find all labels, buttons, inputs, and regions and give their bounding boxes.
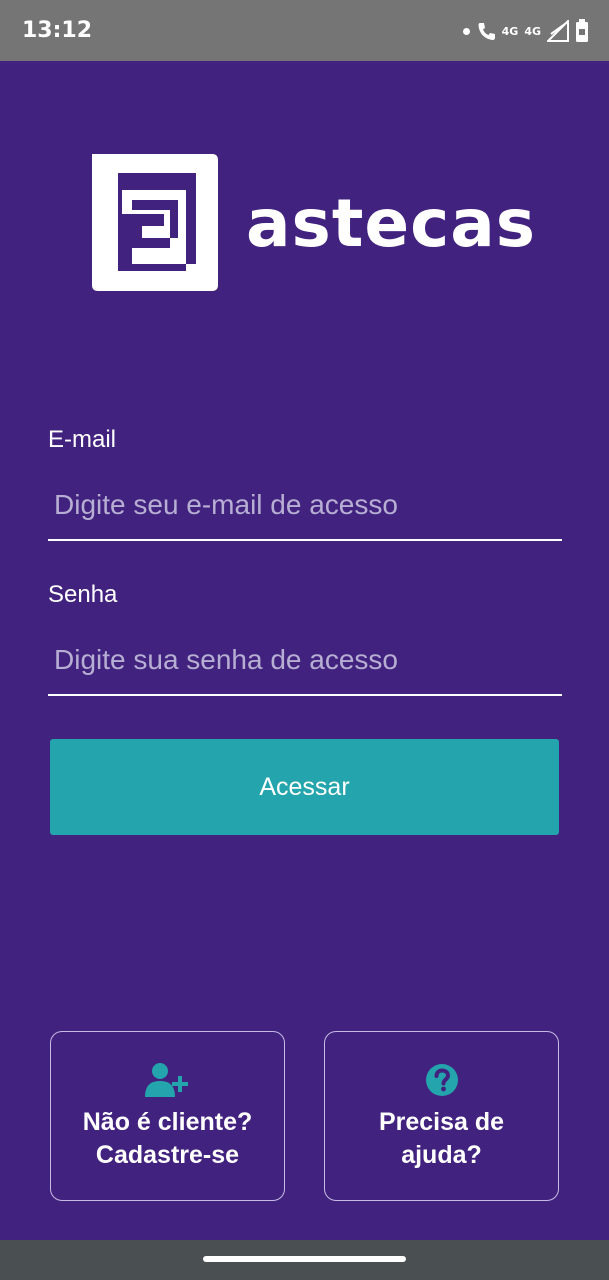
network-type-1: 4G: [501, 24, 519, 38]
question-circle-icon: [425, 1062, 459, 1098]
status-time: 13:12: [22, 18, 93, 43]
help-line-1: Precisa de: [378, 1108, 505, 1136]
signup-card[interactable]: Não é cliente? Cadastre-se: [50, 1031, 285, 1201]
home-gesture-handle[interactable]: [203, 1256, 406, 1262]
status-bar: 13:12 4G 4G: [0, 0, 609, 61]
notification-dot-icon: [462, 27, 470, 35]
wifi-call-icon: [478, 23, 495, 40]
astecas-logo-icon: [92, 154, 218, 291]
help-line-2: ajuda?: [401, 1141, 482, 1169]
system-nav-bar: [0, 1240, 609, 1280]
password-field[interactable]: [48, 626, 562, 696]
signup-line-1: Não é cliente?: [82, 1108, 253, 1136]
help-card[interactable]: Precisa de ajuda?: [324, 1031, 559, 1201]
password-label: Senha: [48, 581, 118, 608]
brand-logo: astecas: [92, 154, 535, 294]
status-icons: 4G 4G: [462, 16, 589, 46]
battery-icon: [576, 19, 588, 42]
email-field[interactable]: [48, 471, 562, 541]
help-card-label: Precisa de ajuda?: [379, 1106, 504, 1172]
email-label: E-mail: [48, 426, 117, 453]
signup-card-label: Não é cliente? Cadastre-se: [83, 1106, 253, 1172]
network-type-2: 4G: [524, 24, 541, 38]
access-button[interactable]: Acessar: [50, 739, 559, 835]
user-plus-icon: [144, 1062, 191, 1098]
signup-line-2: Cadastre-se: [95, 1141, 240, 1169]
signal-icon: [547, 20, 569, 42]
brand-name: astecas: [246, 185, 537, 262]
